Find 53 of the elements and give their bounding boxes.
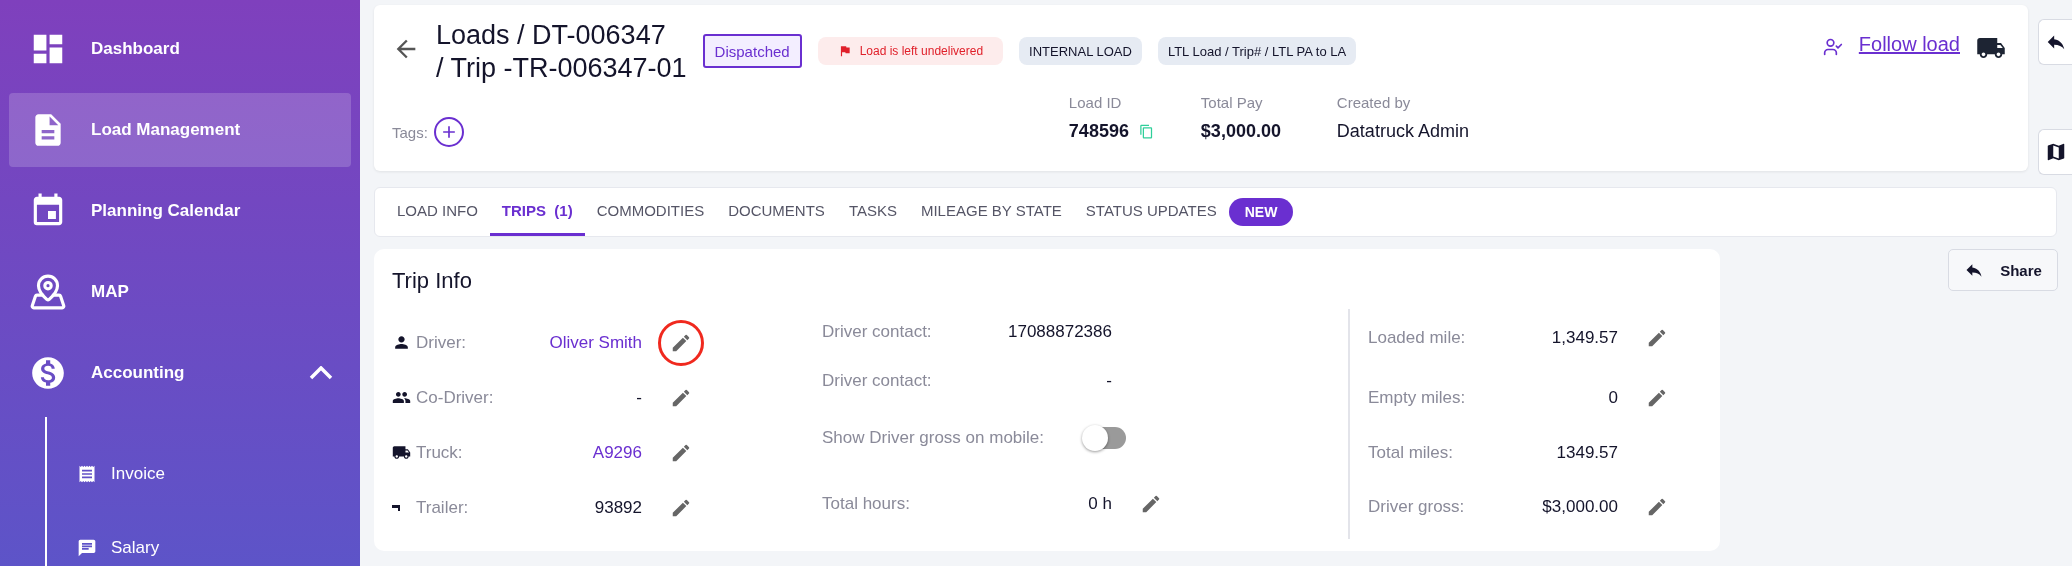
- field-label: Co-Driver:: [416, 387, 495, 408]
- field-label: Show Driver gross on mobile:: [822, 428, 1045, 448]
- tag-badge: INTERNAL LOAD: [1019, 37, 1142, 65]
- field-value: $3,000.00: [1541, 497, 1618, 517]
- field-value: 0: [1607, 388, 1618, 408]
- field-label: Driver gross:: [1368, 497, 1466, 517]
- stat-value: $3,000.00: [1200, 121, 1281, 142]
- sidebar-item[interactable]: Load Management: [9, 93, 351, 167]
- card-title: Trip Info: [392, 267, 473, 295]
- field-value: 93892: [593, 497, 642, 518]
- tab[interactable]: MILEAGE BY STATE: [908, 188, 1074, 236]
- field-label: Driver contact:: [822, 322, 933, 342]
- stat-label: Created by: [1336, 94, 1412, 111]
- field-label: Driver contact:: [822, 371, 933, 391]
- sidebar-subitem[interactable]: Invoice: [77, 437, 351, 511]
- tab[interactable]: LOAD INFO: [385, 188, 490, 236]
- field-label: Empty miles:: [1368, 388, 1467, 408]
- field-label: Total miles:: [1368, 443, 1455, 463]
- stat-value: Datatruck Admin: [1336, 121, 1469, 142]
- field-value: -: [1105, 371, 1112, 391]
- sidebar-subitem[interactable]: Salary: [77, 511, 351, 566]
- sidebar-item[interactable]: Planning Calendar: [9, 174, 351, 248]
- field-label: Loaded mile:: [1368, 328, 1467, 348]
- value-link[interactable]: Oliver Smith: [546, 332, 642, 353]
- value-link[interactable]: A9296: [546, 442, 642, 463]
- alert-badge: Load is left undelivered: [817, 37, 1004, 65]
- share-button[interactable]: Share: [1948, 249, 2058, 291]
- field-value: 1349.57: [1555, 443, 1618, 463]
- tab[interactable]: DOCUMENTS: [716, 188, 837, 236]
- new-badge: NEW: [1228, 198, 1294, 226]
- tag-badge: LTL Load / Trip# / LTL PA to LA: [1157, 37, 1357, 65]
- sidebar-item[interactable]: MAP: [9, 255, 351, 329]
- follow-load-link[interactable]: Follow load: [1858, 33, 1960, 56]
- field-label: Total hours:: [822, 494, 911, 514]
- field-label: Driver:: [416, 332, 468, 353]
- status-badge: Dispatched: [702, 34, 802, 68]
- stat-label: Load ID: [1068, 94, 1123, 111]
- field-value: -: [635, 387, 642, 408]
- field-value: 17088872386: [1007, 322, 1112, 342]
- sidebar-item[interactable]: Accounting: [9, 336, 351, 410]
- tab[interactable]: TASKS: [836, 188, 909, 236]
- stat-value: 748596: [1068, 121, 1129, 142]
- field-label: Trailer:: [416, 497, 470, 518]
- tags-label: Tags:: [392, 123, 428, 141]
- field-value: 1,349.57: [1550, 328, 1618, 348]
- tab[interactable]: TRIPS (1): [489, 188, 585, 236]
- page-title: Loads / DT-006347 / Trip -TR-006347-01: [436, 19, 687, 85]
- sidebar-item[interactable]: Dashboard: [9, 12, 351, 86]
- tab[interactable]: COMMODITIES: [584, 188, 717, 236]
- stat-label: Total Pay: [1200, 94, 1264, 111]
- field-value: 0 h: [1087, 494, 1112, 514]
- tab[interactable]: STATUS UPDATES: [1073, 188, 1229, 236]
- field-label: Truck:: [416, 442, 464, 463]
